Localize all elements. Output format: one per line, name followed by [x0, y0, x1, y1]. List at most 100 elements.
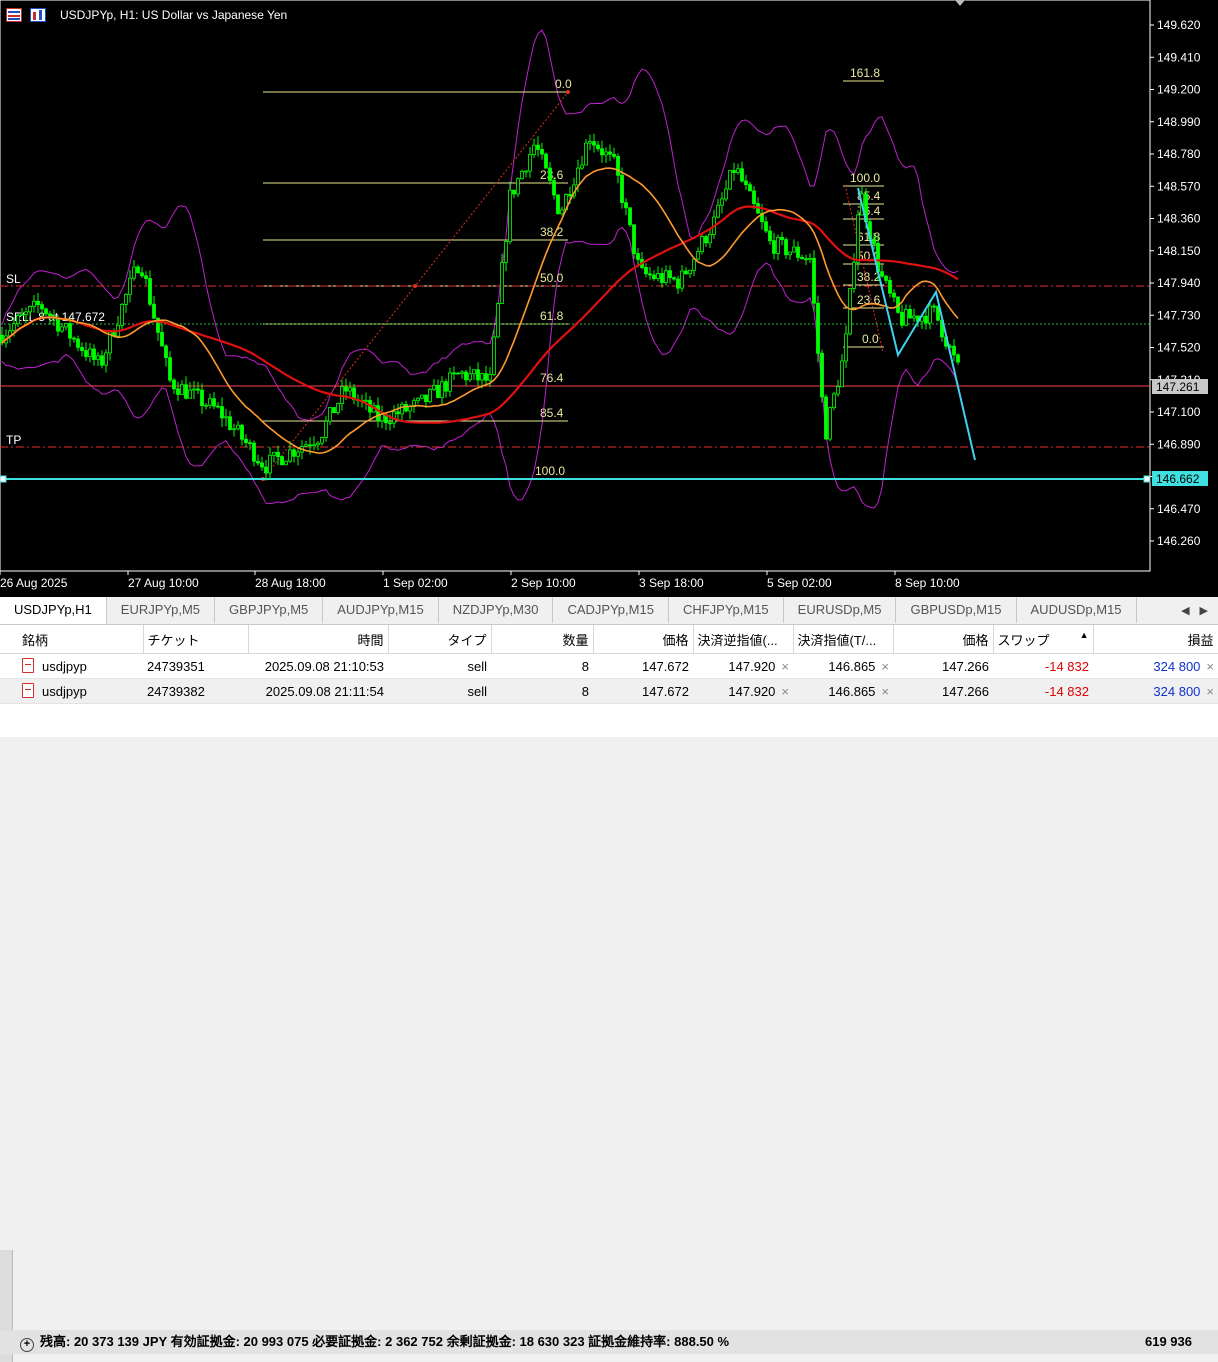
candle-body: [856, 214, 860, 263]
candle-body: [660, 273, 664, 283]
chart-tab[interactable]: GBPUSDp,M15: [896, 597, 1017, 623]
tab-scroll-right-icon[interactable]: ▶: [1200, 604, 1208, 617]
candle-body: [320, 437, 324, 444]
trade-terminal: 銘柄 チケット 時間 タイプ 数量 価格 決済逆指値(... 決済指値(T/..…: [0, 625, 1218, 1362]
remove-sl-icon[interactable]: ×: [781, 684, 789, 699]
fib-level-label: 0.0: [555, 77, 572, 91]
time-tick-label: 5 Sep 02:00: [767, 576, 832, 590]
col-type[interactable]: タイプ: [388, 625, 492, 654]
candle-body: [96, 355, 100, 360]
col-sl[interactable]: 決済逆指値(...: [693, 625, 794, 654]
chart-tab[interactable]: GBPJPYp,M5: [215, 597, 324, 623]
candle-body: [304, 444, 308, 447]
chart-tab[interactable]: CHFJPYp,M15: [669, 597, 784, 623]
candle-body: [148, 278, 152, 305]
price-tick-label: 147.940: [1157, 276, 1201, 290]
candle-body: [848, 288, 852, 335]
candle-body: [884, 275, 888, 281]
tab-scroll-left-icon[interactable]: ◀: [1181, 604, 1189, 617]
price-chart[interactable]: 0.023.638.250.061.876.485.4100.0161.8100…: [0, 0, 1218, 597]
position-row[interactable]: usdjpyp 24739351 2025.09.08 21:10:53 sell 8 1…: [0, 653, 1218, 679]
candle-body: [208, 398, 212, 406]
candle-body: [228, 416, 232, 430]
expand-plus-icon[interactable]: +: [20, 1338, 34, 1352]
chart-grid-icon[interactable]: [6, 8, 22, 22]
candle-body: [376, 405, 380, 422]
remove-profit-icon[interactable]: ×: [1206, 659, 1214, 674]
cell-type-wrap: sell: [388, 678, 491, 704]
candle-body: [324, 420, 328, 438]
remove-sl-icon[interactable]: ×: [781, 659, 789, 674]
trade-icon[interactable]: [30, 8, 46, 22]
candle-body: [764, 221, 768, 232]
fast-ma-line: [1, 167, 959, 454]
candle-body: [428, 388, 432, 403]
cell-price: 147.672: [642, 683, 689, 699]
chart-tab[interactable]: EURUSDp,M5: [784, 597, 897, 623]
col-symbol[interactable]: 銘柄: [0, 625, 144, 654]
col-price[interactable]: 価格: [593, 625, 694, 654]
chart-tabs: USDJPYp,H1 EURJPYp,M5 GBPJPYp,M5 AUDJPYp,M1…: [0, 597, 1218, 625]
candle-body: [956, 354, 960, 363]
candle-body: [164, 345, 168, 358]
price-tick-label: 146.260: [1157, 534, 1201, 548]
candle-body: [264, 466, 268, 474]
candle-body: [648, 273, 652, 276]
candle-body: [736, 168, 740, 173]
price-tick-label: 149.410: [1157, 50, 1201, 64]
fib-level-label: 100.0: [535, 464, 565, 478]
chart-tab[interactable]: NZDJPYp,M30: [439, 597, 554, 623]
cell-tp-wrap: 146.865 ×: [793, 678, 893, 704]
candle-body: [740, 168, 744, 182]
candle-body: [912, 315, 916, 319]
chart-tab[interactable]: EURJPYp,M5: [107, 597, 216, 623]
position-row[interactable]: usdjpyp 24739382 2025.09.08 21:11:54 sell 8 1…: [0, 678, 1218, 704]
col-cur-price[interactable]: 価格: [893, 625, 994, 654]
fib-level-label: 85.4: [540, 406, 564, 420]
candle-body: [508, 189, 512, 243]
col-time[interactable]: 時間: [248, 625, 389, 654]
chart-tab[interactable]: AUDUSDp,M15: [1017, 597, 1137, 623]
candle-body: [816, 302, 820, 354]
candle-body: [504, 241, 508, 263]
candle-body: [800, 256, 804, 260]
candle-body: [704, 236, 708, 244]
candle-body: [456, 372, 460, 375]
candle-body: [608, 151, 612, 155]
remove-tp-icon[interactable]: ×: [881, 659, 889, 674]
candle-body: [176, 388, 180, 395]
cell-sl-wrap: 147.920 ×: [693, 653, 793, 679]
candle-body: [632, 224, 636, 254]
candle-body: [828, 407, 832, 440]
remove-profit-icon[interactable]: ×: [1206, 684, 1214, 699]
cell-volume: 8: [581, 658, 589, 674]
col-swap[interactable]: スワップ ▲: [993, 625, 1094, 654]
candle-body: [444, 381, 448, 392]
candle-body: [36, 300, 40, 306]
candle-body: [136, 266, 140, 274]
candle-body: [144, 275, 148, 279]
chart-canvas[interactable]: 0.023.638.250.061.876.485.4100.0161.8100…: [0, 0, 1218, 597]
candle-body: [124, 293, 128, 305]
candle-body: [832, 393, 836, 409]
chart-tab[interactable]: AUDJPYp,M15: [323, 597, 439, 623]
col-ticket[interactable]: チケット: [143, 625, 249, 654]
col-tp[interactable]: 決済指値(T/...: [793, 625, 894, 654]
candle-body: [344, 386, 348, 392]
col-profit[interactable]: 損益: [1093, 625, 1218, 654]
cell-volume: 8: [581, 683, 589, 699]
position-doc-icon: [22, 683, 34, 698]
remove-tp-icon[interactable]: ×: [881, 684, 889, 699]
chart-tab[interactable]: USDJPYp,H1: [0, 597, 107, 624]
cell-volume-wrap: 8: [491, 653, 593, 679]
candle-body: [532, 144, 536, 155]
cell-ticket-wrap: 24739351: [143, 653, 248, 679]
fib-level-label: 76.4: [540, 371, 564, 385]
col-volume[interactable]: 数量: [491, 625, 594, 654]
candle-body: [768, 230, 772, 242]
account-summary: 残高: 20 373 139 JPY 有効証拠金: 20 993 075 必要証…: [40, 1334, 730, 1349]
candle-body: [536, 144, 540, 150]
candle-body: [348, 387, 352, 392]
chart-tab[interactable]: CADJPYp,M15: [553, 597, 669, 623]
candle-body: [476, 369, 480, 381]
